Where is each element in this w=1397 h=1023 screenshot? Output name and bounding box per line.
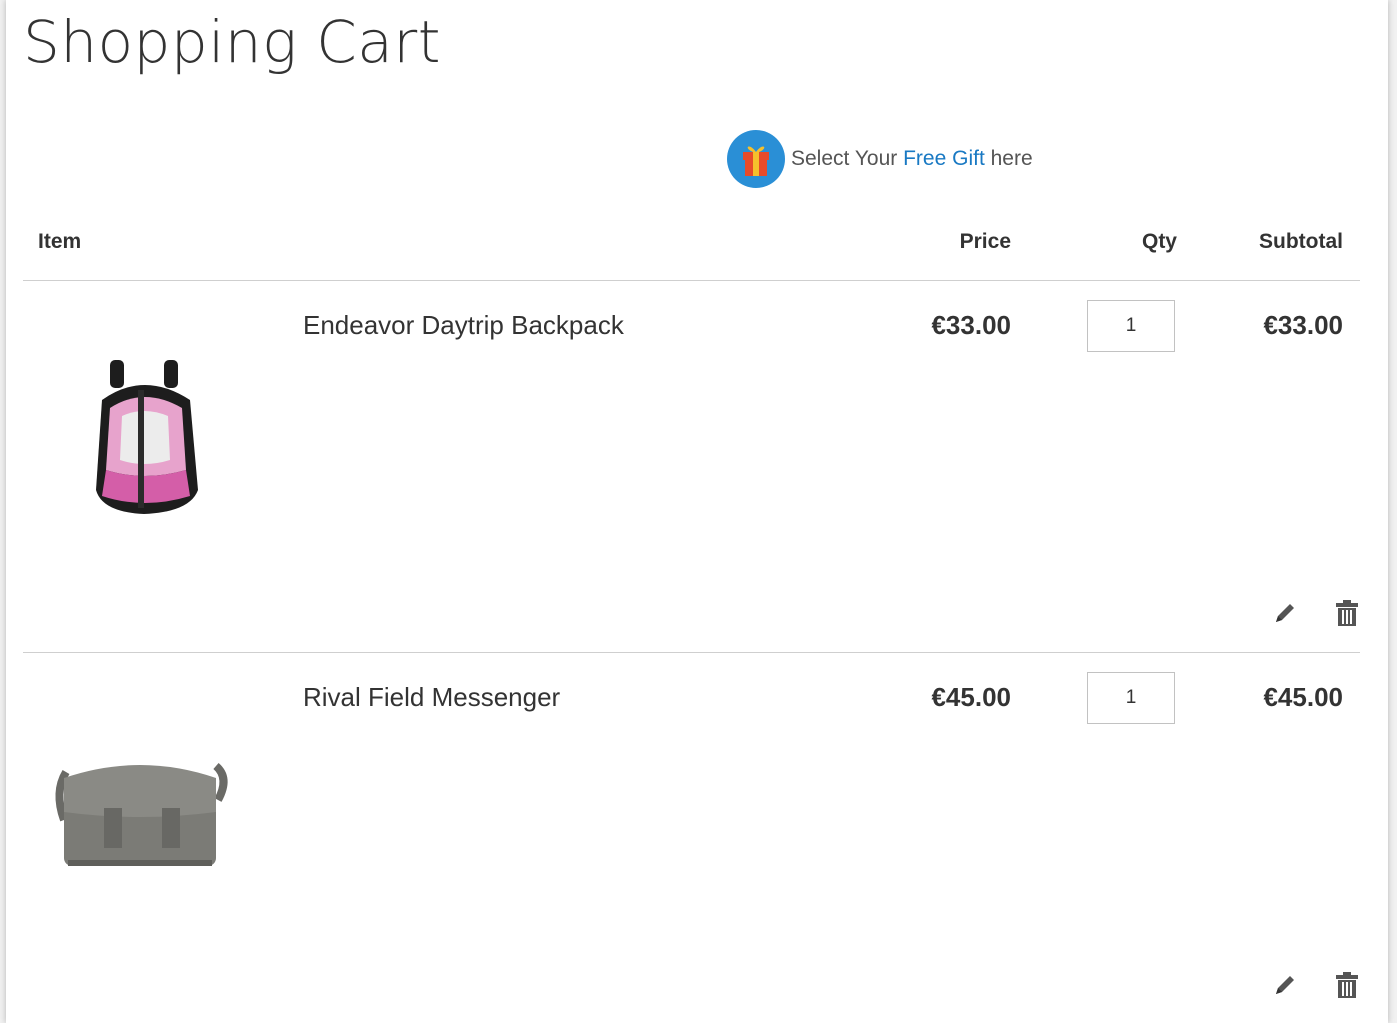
free-gift-suffix: here — [984, 147, 1033, 170]
product-subtotal: €45.00 — [1263, 682, 1343, 712]
trash-icon[interactable] — [1332, 598, 1362, 628]
product-price: €33.00 — [931, 310, 1011, 340]
free-gift-text: Select Your Free Gift here — [791, 147, 1033, 171]
column-header-item: Item — [38, 230, 82, 253]
product-name[interactable]: Rival Field Messenger — [303, 682, 560, 713]
product-price: €45.00 — [931, 682, 1011, 712]
free-gift-prefix: Select Your — [791, 147, 904, 170]
messenger-bag-image[interactable] — [40, 692, 240, 942]
column-header-qty: Qty — [1141, 230, 1177, 253]
trash-icon[interactable] — [1332, 970, 1362, 1000]
product-subtotal: €33.00 — [1263, 310, 1343, 340]
gift-icon[interactable] — [727, 130, 785, 188]
free-gift-banner: Select Your Free Gift here — [727, 130, 1033, 188]
free-gift-link[interactable]: Free Gift — [903, 147, 985, 170]
cart-item-row: Endeavor Daytrip Backpack €33.00 €33.00 — [0, 280, 1397, 652]
page-title: Shopping Cart — [23, 8, 441, 76]
backpack-image[interactable] — [40, 320, 240, 570]
column-header-subtotal: Subtotal — [1259, 230, 1343, 253]
qty-input[interactable] — [1087, 300, 1175, 352]
cart-item-row: Rival Field Messenger €45.00 €45.00 — [0, 652, 1397, 1023]
pencil-icon[interactable] — [1270, 970, 1300, 1000]
column-header-price: Price — [959, 230, 1011, 253]
product-name[interactable]: Endeavor Daytrip Backpack — [303, 310, 624, 341]
pencil-icon[interactable] — [1270, 598, 1300, 628]
qty-input[interactable] — [1087, 672, 1175, 724]
